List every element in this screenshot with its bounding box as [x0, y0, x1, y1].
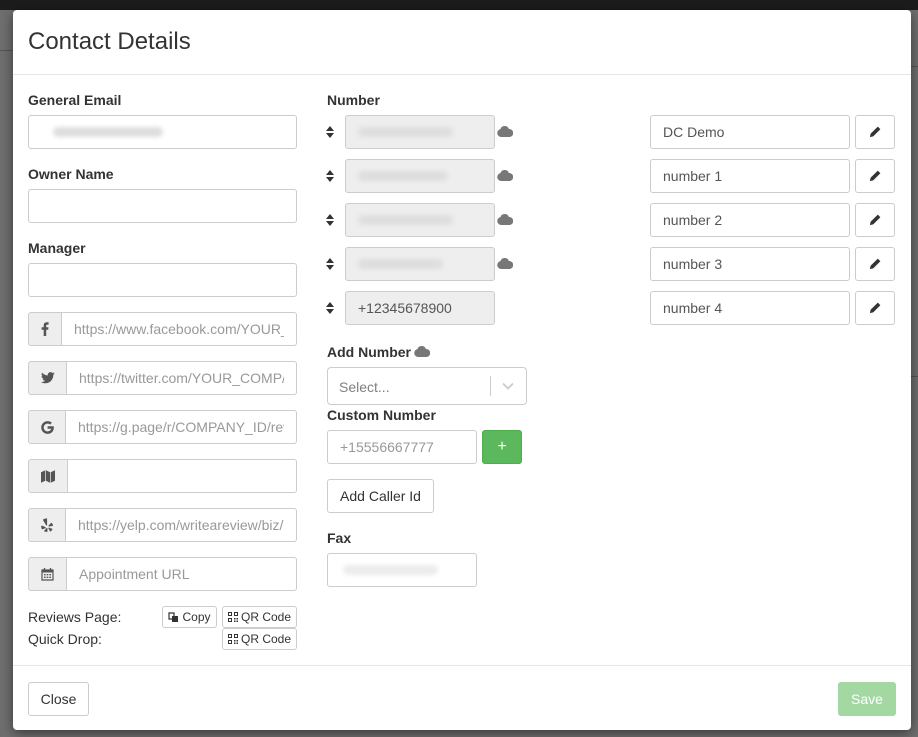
cloud-icon: [497, 258, 513, 269]
owner-name-input[interactable]: [28, 189, 297, 223]
save-button[interactable]: Save: [838, 682, 896, 716]
calendar-icon: [41, 568, 54, 581]
quick-drop-label: Quick Drop:: [28, 631, 102, 647]
edit-number-button[interactable]: [855, 247, 895, 281]
google-icon: [40, 420, 54, 434]
general-email-label: General Email: [28, 92, 122, 108]
edit-number-button[interactable]: [855, 115, 895, 149]
edit-number-button[interactable]: [855, 291, 895, 325]
background-divider: [911, 66, 918, 67]
copy-button-label: Copy: [182, 610, 211, 624]
qr-code-icon: [227, 634, 238, 644]
number-label: Number: [327, 92, 380, 108]
select-separator: [490, 376, 491, 396]
number-name-input[interactable]: [650, 247, 850, 281]
redacted-number-text: [358, 215, 453, 225]
number-name-input[interactable]: [650, 115, 850, 149]
pencil-icon: [869, 126, 881, 138]
modal-header: Contact Details: [13, 10, 911, 75]
map-url-input[interactable]: [68, 459, 297, 493]
calendar-addon: [28, 557, 67, 591]
cloud-icon: [497, 214, 513, 225]
quick-drop-qr-code-button[interactable]: QR Code: [222, 628, 297, 650]
twitter-url-input[interactable]: [67, 361, 297, 395]
facebook-url-input[interactable]: [62, 312, 297, 346]
facebook-addon: [28, 312, 62, 346]
edit-number-button[interactable]: [855, 203, 895, 237]
fax-label: Fax: [327, 530, 352, 546]
number-name-input[interactable]: [650, 291, 850, 325]
number-name-input[interactable]: [650, 203, 850, 237]
yelp-review-url-input[interactable]: [66, 508, 297, 542]
qr-code-button-label: QR Code: [240, 610, 292, 624]
pencil-icon: [869, 302, 881, 314]
pencil-icon: [869, 214, 881, 226]
facebook-icon: [41, 322, 49, 336]
cloud-icon: [414, 346, 430, 357]
drag-sort-icon[interactable]: [325, 301, 335, 315]
drag-sort-icon[interactable]: [325, 213, 335, 227]
twitter-icon: [40, 372, 55, 384]
appointment-url-input[interactable]: [67, 557, 297, 591]
copy-reviews-link-button[interactable]: Copy: [162, 606, 217, 628]
redacted-email-text: [53, 127, 163, 137]
copy-icon: [168, 611, 179, 622]
modal-title: Contact Details: [28, 28, 191, 55]
google-review-url-input[interactable]: [66, 410, 297, 444]
background-divider: [911, 376, 918, 377]
modal-footer: Close Save: [13, 665, 911, 731]
owner-name-label: Owner Name: [28, 166, 114, 182]
twitter-addon: [28, 361, 67, 395]
edit-number-button[interactable]: [855, 159, 895, 193]
chevron-down-icon[interactable]: [502, 382, 514, 390]
pencil-icon: [869, 258, 881, 270]
map-icon: [41, 469, 55, 483]
add-number-label: Add Number: [327, 344, 411, 360]
number-name-input[interactable]: [650, 159, 850, 193]
drag-sort-icon[interactable]: [325, 257, 335, 271]
cloud-icon: [497, 170, 513, 181]
drag-sort-icon[interactable]: [325, 125, 335, 139]
custom-number-input[interactable]: [327, 430, 477, 464]
redacted-fax-text: [343, 565, 438, 575]
add-number-select[interactable]: Select...: [327, 367, 527, 405]
manager-input[interactable]: [28, 263, 297, 297]
drag-sort-icon[interactable]: [325, 169, 335, 183]
add-custom-number-button[interactable]: +: [482, 430, 522, 464]
qr-code-icon: [227, 612, 238, 622]
add-caller-id-button[interactable]: Add Caller Id: [327, 479, 434, 513]
redacted-number-text: [358, 259, 443, 269]
qr-code-button-label: QR Code: [240, 632, 292, 646]
redacted-number-text: [358, 171, 448, 181]
app-top-bar: [0, 0, 918, 10]
phone-number-input[interactable]: [345, 291, 495, 325]
reviews-page-label: Reviews Page:: [28, 609, 122, 625]
manager-label: Manager: [28, 240, 86, 256]
custom-number-label: Custom Number: [327, 407, 436, 423]
cloud-icon: [497, 126, 513, 137]
yelp-icon: [41, 518, 53, 532]
background-divider: [0, 50, 13, 51]
reviews-qr-code-button[interactable]: QR Code: [222, 606, 297, 628]
pencil-icon: [869, 170, 881, 182]
contact-details-modal: Contact Details General Email Owner Name…: [13, 10, 911, 730]
redacted-number-text: [358, 127, 453, 137]
yelp-addon: [28, 508, 66, 542]
close-button[interactable]: Close: [28, 682, 89, 716]
map-addon: [28, 459, 68, 493]
google-addon: [28, 410, 66, 444]
add-number-select-placeholder: Select...: [339, 379, 390, 395]
